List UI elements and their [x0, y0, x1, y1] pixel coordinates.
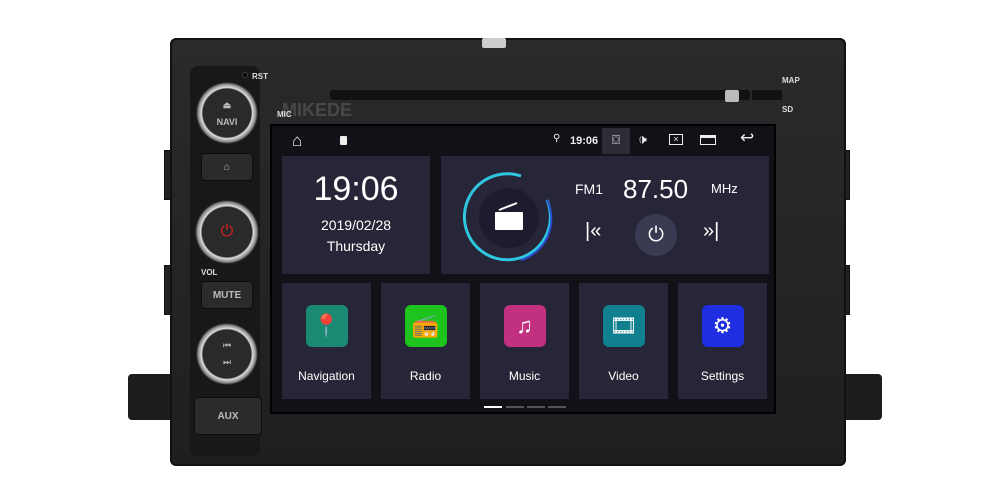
page-indicator[interactable]: [548, 406, 566, 408]
clock-date: 2019/02/28: [320, 217, 392, 233]
home-icon[interactable]: ⌂: [292, 131, 302, 151]
camera-icon[interactable]: ⌼: [602, 128, 630, 154]
map-pin-icon: 📍: [305, 305, 348, 347]
next-track-icon: ⏭: [222, 357, 232, 367]
app-tile-video[interactable]: 🎞 Video: [579, 283, 668, 399]
page-indicator[interactable]: [506, 406, 524, 408]
watermark: MIKEDE: [282, 100, 353, 120]
status-bar: ⌂ ⚲ 19:06 ⌼ 🕩 × ↩: [272, 126, 774, 154]
app-label: Settings: [700, 369, 745, 383]
home-hard-button[interactable]: ⌂: [201, 153, 253, 181]
mute-button[interactable]: MUTE: [201, 281, 253, 309]
track-button[interactable]: ⏮ ⏭: [196, 323, 258, 385]
sd-card-icon: [340, 136, 347, 145]
gear-icon: ⚙: [701, 305, 744, 347]
seek-forward-button[interactable]: »|: [703, 220, 719, 243]
eject-icon: ⏏: [222, 99, 232, 110]
radio-frequency: 87.50: [623, 174, 689, 204]
right-mount-bracket: [840, 374, 882, 420]
app-label: Video: [608, 369, 639, 383]
app-tile-music[interactable]: ♫ Music: [480, 283, 569, 399]
volume-power-knob[interactable]: ⏻: [195, 200, 259, 264]
top-clip: [482, 38, 506, 48]
aux-label: AUX: [217, 410, 239, 422]
close-window-icon[interactable]: ×: [669, 134, 683, 145]
music-note-icon: ♫: [503, 305, 546, 347]
home-icon: ⌂: [223, 161, 231, 173]
touch-screen: ⌂ ⚲ 19:06 ⌼ 🕩 × ↩ 19:06 2019/02/28 Thurs…: [270, 124, 776, 414]
volume-icon[interactable]: 🕩: [638, 131, 647, 148]
film-reel-icon: 🎞: [602, 305, 645, 347]
navi-label: NAVI: [216, 116, 238, 127]
page-indicator[interactable]: [527, 406, 545, 408]
clock-widget[interactable]: 19:06 2019/02/28 Thursday: [282, 156, 430, 274]
radio-unit: MHz: [711, 181, 738, 196]
radio-power-button[interactable]: ⏻: [635, 214, 677, 256]
clock-day: Thursday: [326, 238, 386, 254]
back-icon[interactable]: ↩: [740, 128, 754, 148]
seek-back-button[interactable]: |«: [585, 220, 601, 243]
location-icon: ⚲: [553, 133, 561, 144]
eject-navi-button[interactable]: ⏏ NAVI: [196, 82, 258, 144]
disc-slot: [330, 90, 750, 100]
mute-label: MUTE: [212, 289, 242, 301]
app-label: Music: [508, 369, 541, 383]
radio-widget: FM1 87.50 MHz |« ⏻ »|: [441, 156, 769, 274]
sd-label: SD: [782, 105, 794, 114]
vol-label: VOL: [201, 268, 218, 277]
rst-label: RST: [252, 72, 268, 81]
app-tile-navigation[interactable]: 📍 Navigation: [282, 283, 371, 399]
reset-button[interactable]: [242, 72, 248, 78]
previous-track-icon: ⏮: [222, 340, 232, 350]
clock-time: 19:06: [313, 170, 399, 208]
status-time: 19:06: [570, 135, 599, 147]
mic-label: MIC: [277, 110, 292, 119]
radio-band: FM1: [575, 181, 603, 197]
recent-apps-icon[interactable]: [700, 135, 716, 145]
sd-slot: [752, 90, 782, 100]
app-tile-radio[interactable]: 📻 Radio: [381, 283, 470, 399]
app-tile-settings[interactable]: ⚙ Settings: [678, 283, 767, 399]
app-label: Navigation: [298, 369, 355, 383]
map-label: MAP: [782, 76, 800, 85]
radio-icon: 📻: [404, 305, 447, 347]
power-icon: ⏻: [220, 223, 234, 240]
aux-port[interactable]: AUX: [194, 397, 262, 435]
radio-progress-ring: [462, 172, 553, 262]
eject-slot-tab: [725, 90, 739, 102]
app-label: Radio: [409, 369, 442, 383]
page-indicator[interactable]: [484, 406, 502, 408]
